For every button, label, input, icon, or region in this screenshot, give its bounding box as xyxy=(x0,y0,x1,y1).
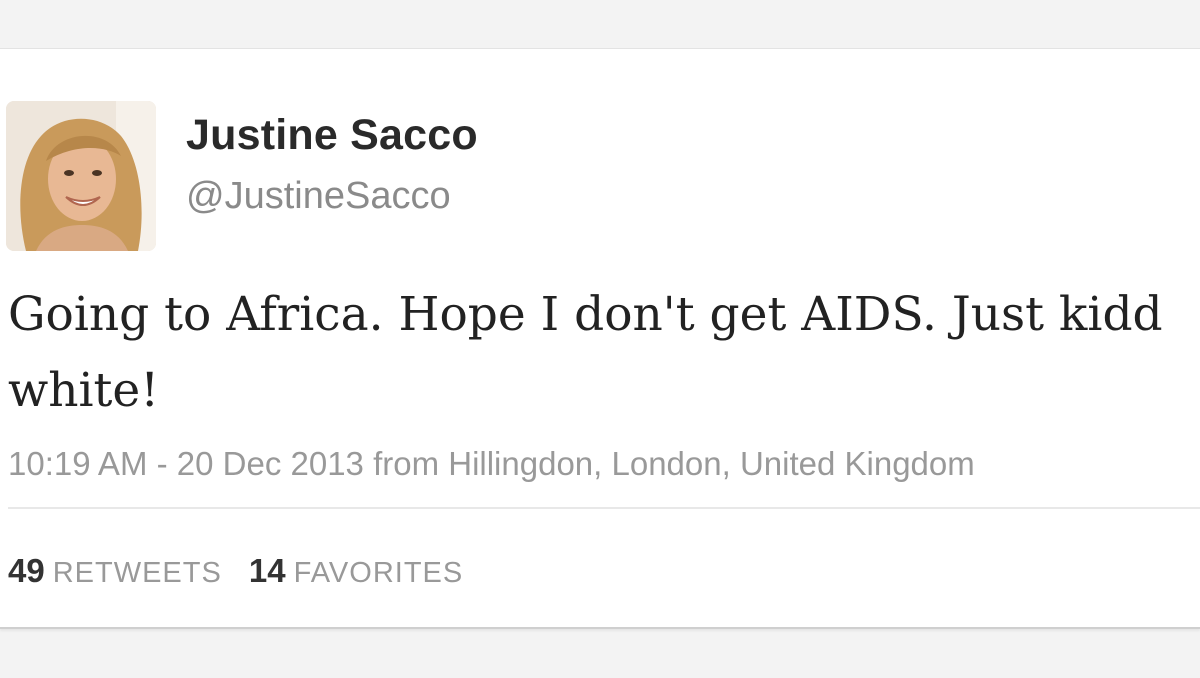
tweet-card: Justine Sacco @JustineSacco Going to Afr… xyxy=(0,48,1200,629)
avatar[interactable] xyxy=(6,101,156,251)
divider xyxy=(8,507,1200,509)
display-name[interactable]: Justine Sacco xyxy=(186,111,478,160)
tweet-text-line: Going to Africa. Hope I don't get AIDS. … xyxy=(8,287,1163,342)
avatar-photo xyxy=(6,101,156,251)
favorites-label: FAVORITES xyxy=(293,557,464,589)
favorites-count: 14 xyxy=(248,552,286,589)
screen-name[interactable]: @JustineSacco xyxy=(186,175,451,218)
tweet-text-line: white! xyxy=(8,363,160,418)
tweet-text: Going to Africa. Hope I don't get AIDS. … xyxy=(8,277,1200,429)
retweets-stat[interactable]: 49 RETWEETS xyxy=(8,552,222,590)
tweet-stats: 49 RETWEETS 14 FAVORITES xyxy=(8,552,481,590)
tweet-timestamp[interactable]: 10:19 AM - 20 Dec 2013 from Hillingdon, … xyxy=(8,445,975,483)
retweets-label: RETWEETS xyxy=(52,557,222,589)
retweets-count: 49 xyxy=(8,552,45,589)
page: Justine Sacco @JustineSacco Going to Afr… xyxy=(0,0,1200,678)
favorites-stat[interactable]: 14 FAVORITES xyxy=(249,552,463,590)
